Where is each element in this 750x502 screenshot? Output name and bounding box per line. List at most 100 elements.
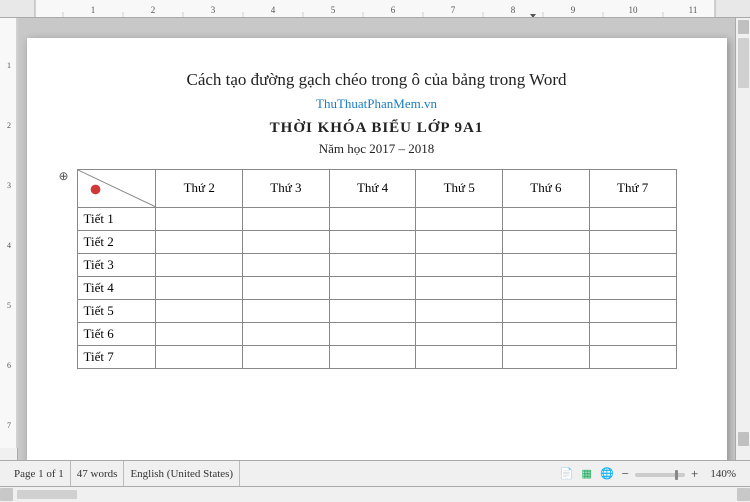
- svg-text:3: 3: [7, 181, 11, 190]
- page-info: Page 1 of 1: [14, 468, 64, 480]
- svg-text:1: 1: [7, 61, 11, 70]
- cell-4-7[interactable]: [589, 276, 676, 299]
- web-layout-icon[interactable]: 🌐: [600, 467, 614, 480]
- cell-4-5[interactable]: [416, 276, 503, 299]
- cell-2-7[interactable]: [589, 230, 676, 253]
- table-add-icon[interactable]: ⊕: [59, 169, 69, 184]
- header-thu2: Thứ 2: [156, 169, 243, 207]
- header-thu4: Thứ 4: [329, 169, 416, 207]
- svg-text:5: 5: [7, 301, 11, 310]
- cell-7-4[interactable]: [329, 345, 416, 368]
- cell-6-7[interactable]: [589, 322, 676, 345]
- cell-5-3[interactable]: [243, 299, 330, 322]
- diagonal-header-cell: [77, 169, 156, 207]
- cell-7-3[interactable]: [243, 345, 330, 368]
- row-label-2: Tiết 2: [77, 230, 156, 253]
- cell-1-3[interactable]: [243, 207, 330, 230]
- table-row: Tiết 7: [77, 345, 676, 368]
- row-label-7: Tiết 7: [77, 345, 156, 368]
- row-label-1: Tiết 1: [77, 207, 156, 230]
- cell-1-2[interactable]: [156, 207, 243, 230]
- svg-text:7: 7: [7, 421, 11, 430]
- cell-6-4[interactable]: [329, 322, 416, 345]
- cell-4-2[interactable]: [156, 276, 243, 299]
- cell-7-6[interactable]: [503, 345, 590, 368]
- svg-text:2: 2: [7, 121, 11, 130]
- row-label-5: Tiết 5: [77, 299, 156, 322]
- cell-5-2[interactable]: [156, 299, 243, 322]
- vertical-scrollbar[interactable]: [735, 18, 750, 460]
- cell-1-6[interactable]: [503, 207, 590, 230]
- cell-2-2[interactable]: [156, 230, 243, 253]
- svg-text:6: 6: [391, 5, 396, 15]
- website-link[interactable]: ThuThuatPhanMem.vn: [316, 96, 437, 111]
- ruler-left-svg: 1 2 3 4 5 6 7: [0, 18, 18, 448]
- cell-5-6[interactable]: [503, 299, 590, 322]
- header-thu7: Thứ 7: [589, 169, 676, 207]
- scrollbar-svg: [736, 18, 750, 448]
- header-thu5: Thứ 5: [416, 169, 503, 207]
- svg-text:5: 5: [331, 5, 336, 15]
- header-thu6: Thứ 6: [503, 169, 590, 207]
- cell-2-3[interactable]: [243, 230, 330, 253]
- table-row: Tiết 6: [77, 322, 676, 345]
- cell-7-5[interactable]: [416, 345, 503, 368]
- cell-2-4[interactable]: [329, 230, 416, 253]
- cell-2-6[interactable]: [503, 230, 590, 253]
- table-row: Tiết 1: [77, 207, 676, 230]
- svg-text:6: 6: [7, 361, 11, 370]
- cell-5-4[interactable]: [329, 299, 416, 322]
- cell-2-5[interactable]: [416, 230, 503, 253]
- table-body: Tiết 1 Tiết 2: [77, 207, 676, 368]
- cell-3-4[interactable]: [329, 253, 416, 276]
- cell-1-5[interactable]: [416, 207, 503, 230]
- cell-5-7[interactable]: [589, 299, 676, 322]
- cell-4-4[interactable]: [329, 276, 416, 299]
- svg-text:9: 9: [571, 5, 576, 15]
- svg-text:7: 7: [451, 5, 456, 15]
- ruler-inner: 1 2 3 4 5 6 7 8 9 10 11: [0, 0, 750, 17]
- ruler-top: 1 2 3 4 5 6 7 8 9 10 11: [0, 0, 750, 18]
- ruler-left: 1 2 3 4 5 6 7: [0, 18, 18, 460]
- row-label-3: Tiết 3: [77, 253, 156, 276]
- status-bar: Page 1 of 1 47 words English (United Sta…: [0, 460, 750, 486]
- zoom-level-section[interactable]: 140%: [704, 468, 742, 480]
- cell-4-3[interactable]: [243, 276, 330, 299]
- svg-text:1: 1: [91, 5, 96, 15]
- cell-3-6[interactable]: [503, 253, 590, 276]
- page-title: Cách tạo đường gạch chéo trong ô của bản…: [77, 68, 677, 92]
- subtitle-link[interactable]: ThuThuatPhanMem.vn: [77, 96, 677, 112]
- horizontal-scrollbar[interactable]: [0, 486, 750, 501]
- cell-7-2[interactable]: [156, 345, 243, 368]
- cell-1-4[interactable]: [329, 207, 416, 230]
- cell-5-5[interactable]: [416, 299, 503, 322]
- cell-1-7[interactable]: [589, 207, 676, 230]
- row-label-4: Tiết 4: [77, 276, 156, 299]
- cell-6-5[interactable]: [416, 322, 503, 345]
- cell-3-7[interactable]: [589, 253, 676, 276]
- cell-6-2[interactable]: [156, 322, 243, 345]
- cell-7-7[interactable]: [589, 345, 676, 368]
- cell-3-2[interactable]: [156, 253, 243, 276]
- content-area[interactable]: Cách tạo đường gạch chéo trong ô của bản…: [18, 18, 735, 460]
- cell-3-5[interactable]: [416, 253, 503, 276]
- svg-text:4: 4: [7, 241, 11, 250]
- zoom-plus-button[interactable]: +: [691, 466, 698, 482]
- zoom-slider[interactable]: [635, 473, 685, 477]
- svg-text:10: 10: [629, 5, 639, 15]
- language-section[interactable]: English (United States): [124, 461, 240, 486]
- ruler-svg: 1 2 3 4 5 6 7 8 9 10 11: [0, 0, 750, 17]
- svg-text:8: 8: [511, 5, 516, 15]
- language-label: English (United States): [130, 468, 233, 480]
- cell-6-3[interactable]: [243, 322, 330, 345]
- table-row: Tiết 2: [77, 230, 676, 253]
- cell-6-6[interactable]: [503, 322, 590, 345]
- word-count-section: 47 words: [71, 461, 125, 486]
- read-mode-icon[interactable]: 📄: [560, 467, 574, 480]
- print-layout-icon[interactable]: ▦: [582, 467, 592, 480]
- cell-4-6[interactable]: [503, 276, 590, 299]
- svg-text:3: 3: [211, 5, 216, 15]
- cell-3-3[interactable]: [243, 253, 330, 276]
- zoom-minus-button[interactable]: −: [622, 466, 629, 482]
- table-header-row: Thứ 2 Thứ 3 Thứ 4 Thứ 5 Thứ 6 Thứ 7: [77, 169, 676, 207]
